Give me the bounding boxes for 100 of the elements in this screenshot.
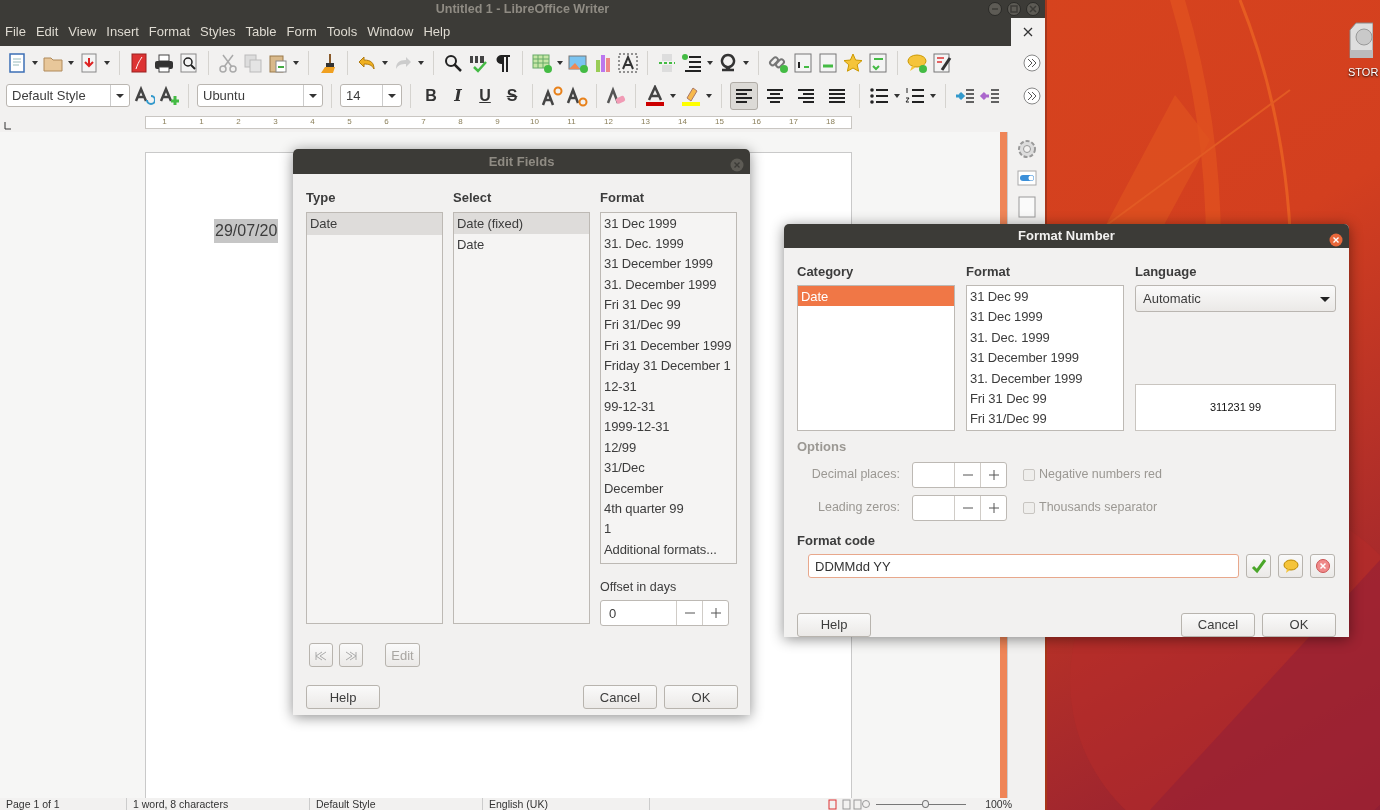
list-item[interactable]: 31/Dec — [601, 457, 736, 478]
printer-icon[interactable] — [153, 51, 175, 74]
delete-button[interactable] — [1310, 554, 1335, 578]
track-changes-icon[interactable] — [931, 51, 953, 74]
list-item[interactable]: 99-12-31 — [601, 396, 736, 417]
list-item[interactable]: Fri 31 Dec 99 — [601, 294, 736, 315]
format-code-field[interactable]: DDMMdd YY — [808, 554, 1239, 578]
close-icon[interactable] — [1329, 232, 1343, 247]
font-color-icon[interactable] — [644, 84, 666, 107]
list-item[interactable]: 31. December 1999 — [967, 367, 1123, 388]
list-item[interactable]: 12-31 — [601, 375, 736, 396]
spin-box[interactable]: 0 — [600, 600, 729, 627]
overflow-icon[interactable] — [1021, 84, 1043, 107]
list-item[interactable]: 31. December 1999 — [601, 273, 736, 295]
ruler-number: 14 — [677, 116, 688, 128]
comment-button[interactable] — [1278, 554, 1303, 578]
cancel-button[interactable]: Cancel — [583, 685, 657, 710]
cancel-button[interactable]: Cancel — [1181, 613, 1255, 637]
text-box-icon[interactable] — [617, 51, 639, 74]
list-item[interactable]: Date — [454, 233, 589, 255]
list-item[interactable]: 31. Dec. 1999 — [967, 326, 1123, 348]
dialog-title: Format Number — [1018, 227, 1115, 245]
superscript-icon[interactable] — [541, 84, 563, 107]
list-item[interactable]: Date (fixed) — [454, 212, 589, 234]
list-item[interactable]: December — [601, 477, 736, 498]
toggle-icon[interactable] — [1016, 170, 1037, 186]
menu-item[interactable]: Form — [281, 22, 322, 42]
list-item[interactable]: Friday 31 December 1 — [601, 355, 736, 376]
ok-button[interactable]: OK — [664, 685, 738, 710]
menu-item[interactable]: Edit — [30, 22, 64, 42]
field-icon[interactable] — [681, 51, 703, 74]
bold-button[interactable]: B — [419, 83, 443, 108]
strikethrough-button[interactable]: S — [500, 83, 524, 108]
section-heading: Format code — [797, 531, 876, 550]
menu-item[interactable]: Styles — [195, 22, 241, 42]
list-item[interactable]: 1999-12-31 — [601, 416, 736, 437]
ruler[interactable]: 1 1 2 3 4 5 6 7 8 9 10 11 12 13 14 15 16 17 18 — [145, 115, 852, 129]
list-item[interactable]: 31. Dec. 1999 — [601, 232, 736, 254]
menu-item[interactable]: View — [63, 22, 102, 42]
ok-button[interactable]: OK — [1262, 613, 1336, 637]
plus-icon[interactable] — [988, 502, 999, 513]
ruler-number: 3 — [272, 116, 279, 128]
list-item[interactable]: 12/99 — [601, 436, 736, 458]
column-heading: Format — [600, 189, 646, 207]
cross-reference-icon[interactable] — [867, 51, 889, 74]
menu-item[interactable]: Window — [362, 22, 419, 42]
list-item[interactable]: 31 Dec 99 — [967, 286, 1123, 307]
list-box[interactable] — [600, 211, 737, 564]
overflow-icon[interactable] — [1021, 51, 1043, 74]
list-item[interactable]: Fri 31 December 1999 — [601, 334, 736, 356]
footnote-icon[interactable] — [792, 51, 814, 74]
date-field[interactable]: 29/07/20 — [214, 219, 279, 243]
list-item[interactable]: Fri 31 Dec 99 — [967, 387, 1123, 409]
menu-item[interactable]: Format — [143, 22, 195, 42]
spin-box[interactable] — [912, 494, 1007, 521]
list-box[interactable]: Date — [306, 211, 443, 624]
gear-icon[interactable] — [1015, 138, 1038, 160]
word-count: 1 word, 8 characters — [127, 798, 310, 810]
list-item[interactable]: Fri 31/Dec 99 — [967, 408, 1123, 429]
plus-icon[interactable] — [710, 608, 721, 619]
list-box[interactable]: Date (fixed) Date — [453, 211, 590, 624]
list-item[interactable]: 31 Dec 1999 — [601, 212, 736, 233]
menu-item[interactable]: Table — [240, 22, 282, 42]
language-dropdown[interactable]: Automatic — [1135, 285, 1336, 312]
pdf-icon[interactable] — [128, 51, 150, 74]
list-item[interactable]: 1 — [601, 518, 736, 539]
help-button[interactable]: Help — [797, 613, 871, 637]
magnifier-icon[interactable] — [178, 51, 200, 74]
list-item[interactable]: Date — [307, 212, 442, 235]
menu-item[interactable]: File — [0, 22, 31, 42]
underline-button[interactable]: U — [473, 83, 497, 108]
checkmark-icon — [1250, 558, 1267, 574]
spin-field[interactable]: 0 — [601, 601, 676, 626]
list-item[interactable]: 4th quarter 99 — [601, 497, 736, 519]
spin-box[interactable] — [912, 461, 1007, 488]
font-name-dropdown[interactable]: Ubuntu — [197, 84, 323, 107]
download-icon[interactable] — [78, 51, 100, 74]
help-button[interactable]: Help — [306, 685, 380, 710]
dialog-title: Edit Fields — [488, 152, 555, 171]
menu-item[interactable]: Insert — [101, 22, 144, 42]
list-item[interactable]: 31 Dec 1999 — [967, 306, 1123, 327]
list-item[interactable]: 31 December 1999 — [601, 253, 736, 274]
list-item[interactable]: Fri 31/Dec 99 — [601, 314, 736, 335]
star-icon[interactable] — [842, 51, 864, 74]
font-size-dropdown[interactable]: 14 — [340, 84, 402, 107]
drive-label[interactable]: STOR — [1348, 64, 1379, 81]
tab-stop-icon[interactable] — [4, 121, 12, 130]
close-icon[interactable] — [1023, 27, 1033, 37]
list-item[interactable]: 31 December 1999 — [967, 347, 1123, 368]
italic-button[interactable]: I — [446, 83, 470, 108]
paragraph-style-dropdown[interactable]: Default Style — [6, 84, 130, 107]
update-style-icon[interactable] — [133, 84, 155, 107]
menu-item[interactable]: Help — [418, 22, 456, 42]
plus-icon[interactable] — [988, 469, 999, 480]
new-style-icon[interactable] — [158, 84, 180, 107]
menu-item[interactable]: Tools — [321, 22, 363, 42]
list-box[interactable]: 31 Dec 99 31 Dec 1999 31. Dec. 1999 31 December 1999 31. December 1999 Fri 31 Dec 99 Fri 31/Dec 99 — [966, 285, 1124, 431]
hard-drive-icon[interactable] — [1348, 22, 1373, 58]
check-button[interactable] — [1246, 554, 1271, 578]
list-item[interactable]: Additional formats... — [601, 538, 736, 560]
